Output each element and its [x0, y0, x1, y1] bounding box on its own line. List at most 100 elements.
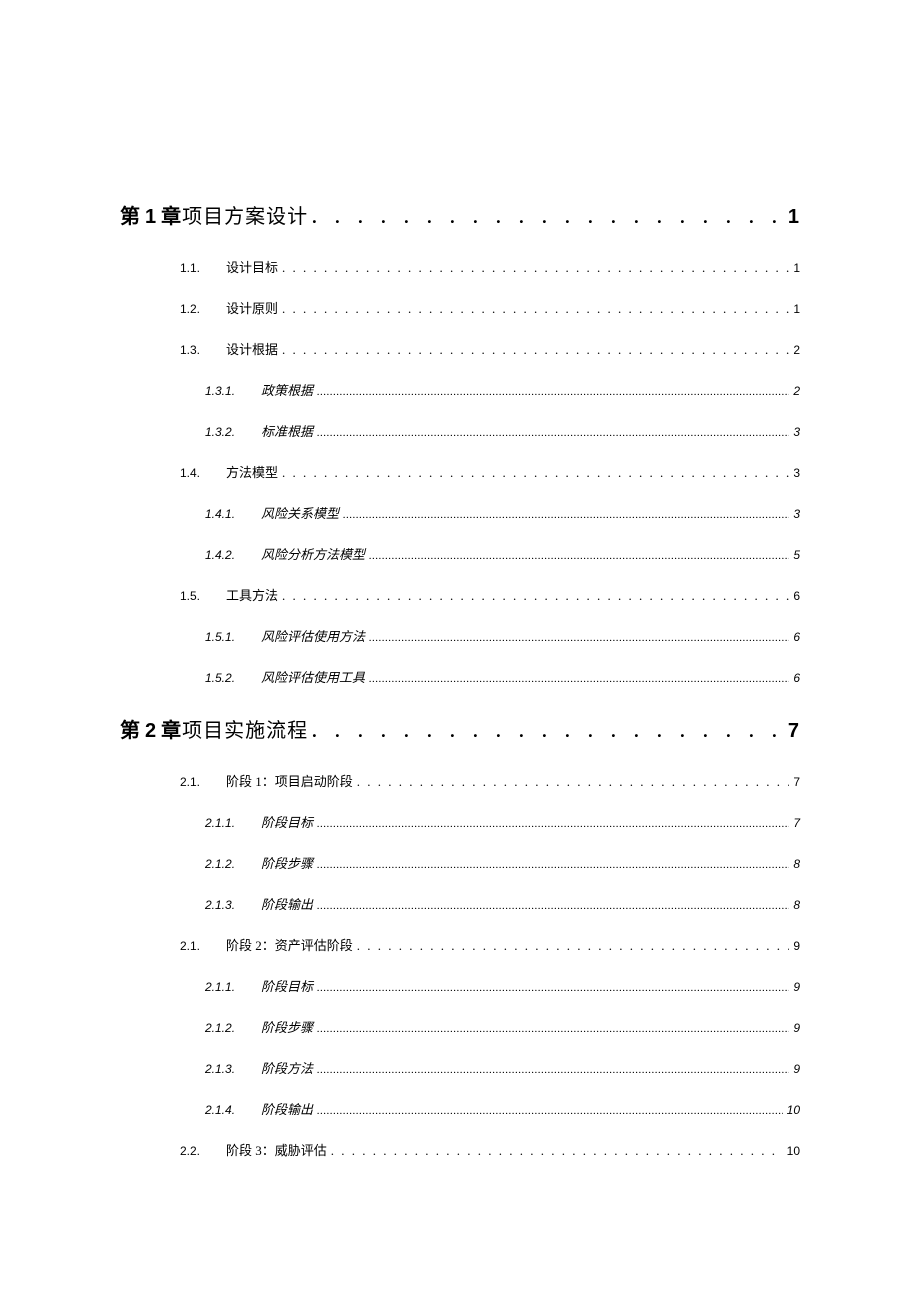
toc-page-number: 3: [793, 466, 800, 480]
toc-title: 设计根据: [226, 339, 278, 358]
toc-number: 2.1.3.: [205, 898, 261, 912]
toc-title: 设计原则: [226, 298, 278, 317]
toc-leader-dots: ........................................…: [369, 632, 789, 644]
toc-number: 1.5.2.: [205, 671, 261, 685]
toc-entry-section: 1.1.设计目标. . . . . . . . . . . . . . . . …: [120, 257, 800, 276]
toc-leader-dots: ........................................…: [343, 509, 789, 521]
toc-leader-dots: ........................................…: [369, 550, 789, 562]
toc-entry-subsection: 2.1.4.阶段输出..............................…: [120, 1099, 800, 1118]
chapter-suffix: 章: [161, 206, 182, 228]
chapter-number: 1: [145, 206, 157, 228]
toc-entry-section: 1.4.方法模型. . . . . . . . . . . . . . . . …: [120, 462, 800, 481]
toc-page-number: 9: [793, 939, 800, 953]
toc-leader-dots: . . . . . . . . . . . . . . . . . . . . …: [282, 588, 789, 604]
toc-number: 2.1.3.: [205, 1062, 261, 1076]
toc-page-number: 5: [793, 548, 800, 562]
toc-chapter-heading: 第1章: [120, 200, 182, 229]
toc-number: 1.5.: [180, 589, 226, 603]
toc-entry-section: 2.2.阶段 3：威胁评估. . . . . . . . . . . . . .…: [120, 1140, 800, 1159]
toc-page-number: 2: [793, 343, 800, 357]
toc-leader-dots: ........................................…: [317, 859, 789, 871]
toc-entry-subsection: 2.1.1.阶段目标..............................…: [120, 976, 800, 995]
toc-leader-dots: ........................................…: [317, 900, 789, 912]
toc-page-number: 7: [793, 816, 800, 830]
toc-page-number: 7: [793, 775, 800, 789]
toc-entry-subsection: 1.4.1.风险关系模型............................…: [120, 503, 800, 522]
toc-number: 1.3.2.: [205, 425, 261, 439]
toc-leader-dots: ........................................…: [317, 427, 789, 439]
toc-page-number: 6: [793, 630, 800, 644]
toc-entry-subsection: 1.3.1.政策根据..............................…: [120, 380, 800, 399]
toc-page-number: 3: [793, 425, 800, 439]
toc-title: 阶段输出: [261, 1099, 313, 1118]
toc-entry-subsection: 2.1.2.阶段步骤..............................…: [120, 853, 800, 872]
toc-page-number: 10: [787, 1103, 800, 1117]
toc-title: 风险评估使用工具: [261, 667, 365, 686]
toc-number: 1.4.1.: [205, 507, 261, 521]
toc-page-number: 6: [793, 589, 800, 603]
toc-page-number: 10: [787, 1144, 800, 1158]
toc-leader-dots: ........................................…: [317, 1023, 789, 1035]
toc-page-number: 9: [793, 980, 800, 994]
toc-entry-subsection: 1.4.2.风险分析方法模型..........................…: [120, 544, 800, 563]
toc-entry-subsection: 2.1.3.阶段输出..............................…: [120, 894, 800, 913]
toc-leader-dots: . . . . . . . . . . . . . . . . . . . . …: [312, 207, 784, 228]
toc-entry-chapter: 第2章项目实施流程. . . . . . . . . . . . . . . .…: [120, 714, 800, 743]
toc-title: 阶段 1：项目启动阶段: [226, 771, 353, 790]
toc-entry-subsection: 2.1.3.阶段方法..............................…: [120, 1058, 800, 1077]
toc-number: 1.3.1.: [205, 384, 261, 398]
chapter-prefix: 第: [120, 720, 141, 742]
toc-title: 阶段目标: [261, 812, 313, 831]
toc-title: 阶段步骤: [261, 1017, 313, 1036]
toc-entry-section: 1.2.设计原则. . . . . . . . . . . . . . . . …: [120, 298, 800, 317]
toc-page-number: 1: [793, 261, 800, 275]
toc-page-number: 9: [793, 1021, 800, 1035]
toc-chapter-heading: 第2章: [120, 714, 182, 743]
toc-entry-subsection: 2.1.1.阶段目标..............................…: [120, 812, 800, 831]
toc-number: 1.4.: [180, 466, 226, 480]
toc-number: 1.2.: [180, 302, 226, 316]
toc-number: 2.1.: [180, 775, 226, 789]
toc-title: 政策根据: [261, 380, 313, 399]
toc-number: 1.3.: [180, 343, 226, 357]
toc-title: 风险评估使用方法: [261, 626, 365, 645]
toc-number: 2.2.: [180, 1144, 226, 1158]
toc-leader-dots: . . . . . . . . . . . . . . . . . . . . …: [357, 774, 790, 790]
toc-title: 项目方案设计: [182, 200, 308, 229]
toc-title: 阶段方法: [261, 1058, 313, 1077]
toc-page-number: 8: [793, 857, 800, 871]
toc-number: 2.1.1.: [205, 980, 261, 994]
toc-title: 阶段步骤: [261, 853, 313, 872]
toc-leader-dots: . . . . . . . . . . . . . . . . . . . . …: [282, 342, 789, 358]
toc-entry-section: 2.1.阶段 2：资产评估阶段. . . . . . . . . . . . .…: [120, 935, 800, 954]
toc-entry-chapter: 第1章项目方案设计. . . . . . . . . . . . . . . .…: [120, 200, 800, 229]
toc-entry-section: 1.3.设计根据. . . . . . . . . . . . . . . . …: [120, 339, 800, 358]
toc-leader-dots: . . . . . . . . . . . . . . . . . . . . …: [357, 938, 790, 954]
toc-page-number: 6: [793, 671, 800, 685]
toc-number: 1.4.2.: [205, 548, 261, 562]
toc-title: 设计目标: [226, 257, 278, 276]
chapter-number: 2: [145, 720, 157, 742]
toc-entry-subsection: 1.3.2.标准根据..............................…: [120, 421, 800, 440]
toc-entry-section: 1.5.工具方法. . . . . . . . . . . . . . . . …: [120, 585, 800, 604]
toc-title: 阶段 2：资产评估阶段: [226, 935, 353, 954]
toc-title: 阶段 3：威胁评估: [226, 1140, 327, 1159]
toc-leader-dots: ........................................…: [317, 818, 789, 830]
toc-title: 方法模型: [226, 462, 278, 481]
toc-entry-subsection: 2.1.2.阶段步骤..............................…: [120, 1017, 800, 1036]
chapter-suffix: 章: [161, 720, 182, 742]
toc-leader-dots: ........................................…: [317, 1105, 783, 1117]
toc-title: 项目实施流程: [182, 714, 308, 743]
table-of-contents: 第1章项目方案设计. . . . . . . . . . . . . . . .…: [120, 200, 800, 1159]
toc-number: 2.1.4.: [205, 1103, 261, 1117]
toc-number: 1.1.: [180, 261, 226, 275]
toc-leader-dots: . . . . . . . . . . . . . . . . . . . . …: [282, 260, 789, 276]
toc-leader-dots: ........................................…: [369, 673, 789, 685]
toc-number: 1.5.1.: [205, 630, 261, 644]
toc-leader-dots: ........................................…: [317, 386, 789, 398]
toc-page-number: 7: [788, 720, 800, 743]
toc-title: 标准根据: [261, 421, 313, 440]
toc-entry-subsection: 1.5.2.风险评估使用工具..........................…: [120, 667, 800, 686]
toc-entry-subsection: 1.5.1.风险评估使用方法..........................…: [120, 626, 800, 645]
toc-leader-dots: . . . . . . . . . . . . . . . . . . . . …: [282, 465, 789, 481]
